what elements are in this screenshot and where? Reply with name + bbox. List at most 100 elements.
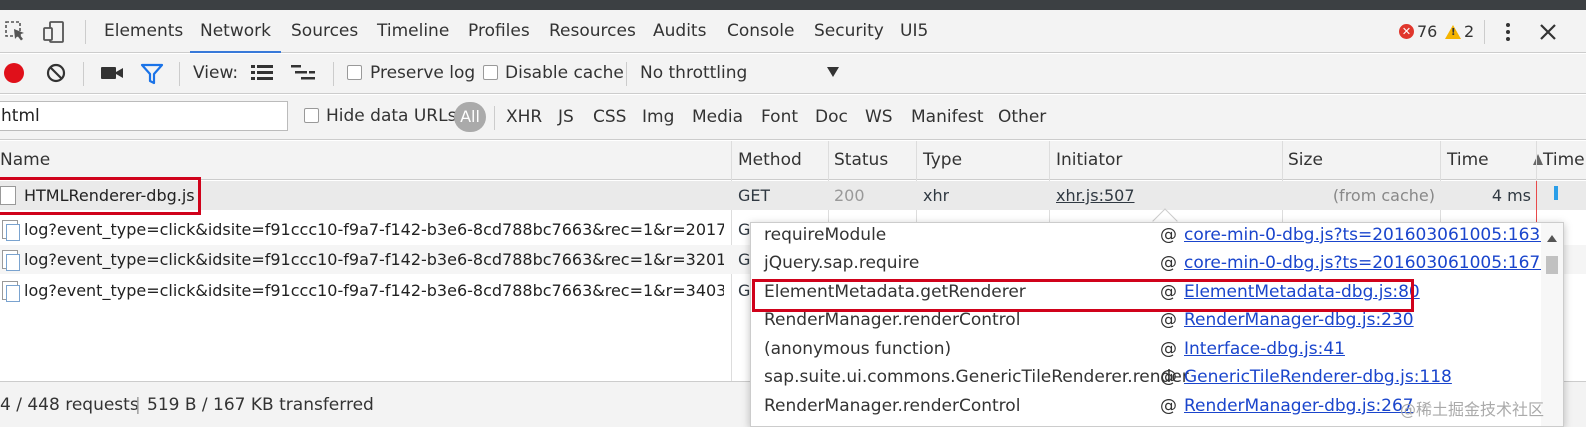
chevron-down-icon[interactable] bbox=[827, 67, 839, 77]
stack-frame: sap.suite.ui.commons.GenericTileRenderer… bbox=[751, 364, 1541, 392]
filter-css[interactable]: CSS bbox=[593, 107, 626, 127]
request-type: xhr bbox=[923, 186, 950, 205]
toolbar-divider bbox=[179, 62, 180, 86]
document-icon bbox=[2, 281, 20, 302]
request-count: 4 / 448 requests bbox=[0, 395, 139, 415]
document-icon bbox=[2, 250, 20, 271]
stack-function: requireModule bbox=[764, 225, 887, 245]
capture-screenshots-icon[interactable] bbox=[100, 63, 124, 83]
more-options-icon[interactable] bbox=[1496, 20, 1520, 44]
column-size[interactable]: Size bbox=[1288, 150, 1323, 170]
column-time[interactable]: Time bbox=[1447, 150, 1489, 170]
column-name[interactable]: Name bbox=[0, 150, 50, 170]
filter-input[interactable] bbox=[0, 101, 288, 131]
table-row[interactable]: HTMLRenderer-dbg.js GET 200 xhr xhr.js:5… bbox=[0, 181, 1586, 210]
stack-function: RenderManager.renderControl bbox=[764, 396, 1021, 416]
sort-ascending-icon bbox=[1533, 154, 1543, 165]
close-icon[interactable] bbox=[1536, 20, 1560, 44]
filter-manifest[interactable]: Manifest bbox=[911, 107, 984, 127]
request-name[interactable]: log?event_type=click&idsite=f91ccc10-f9a… bbox=[24, 281, 724, 300]
hide-data-urls-checkbox[interactable] bbox=[304, 108, 319, 123]
disable-cache-checkbox[interactable] bbox=[483, 65, 498, 80]
filter-ws[interactable]: WS bbox=[865, 107, 893, 127]
filter-other[interactable]: Other bbox=[998, 107, 1046, 127]
tab-resources[interactable]: Resources bbox=[549, 10, 636, 53]
warning-icon: ! bbox=[1445, 24, 1461, 39]
column-type[interactable]: Type bbox=[923, 150, 962, 170]
stack-source-link[interactable]: core-min-0-dbg.js?ts=201603061005:16780 bbox=[1184, 253, 1562, 273]
large-rows-icon[interactable] bbox=[251, 63, 273, 83]
filter-font[interactable]: Font bbox=[761, 107, 798, 127]
stack-frame: RenderManager.renderControl @ RenderMana… bbox=[751, 307, 1541, 335]
stack-source-link[interactable]: GenericTileRenderer-dbg.js:118 bbox=[1184, 367, 1452, 387]
filter-media[interactable]: Media bbox=[692, 107, 743, 127]
stack-frame: requireModule @ core-min-0-dbg.js?ts=201… bbox=[751, 223, 1562, 250]
overview-icon[interactable] bbox=[291, 63, 317, 83]
stack-at: @ bbox=[1160, 282, 1177, 302]
column-method[interactable]: Method bbox=[738, 150, 802, 170]
stack-function: (anonymous function) bbox=[764, 339, 952, 359]
stack-source-link[interactable]: Interface-dbg.js:41 bbox=[1184, 339, 1345, 359]
popover-scrollbar[interactable] bbox=[1541, 223, 1563, 426]
filter-icon[interactable] bbox=[140, 62, 164, 86]
filter-js[interactable]: JS bbox=[558, 107, 574, 127]
column-timeline[interactable]: Time bbox=[1543, 150, 1585, 170]
stack-at: @ bbox=[1160, 367, 1177, 387]
stack-frame: ElementMetadata.getRenderer @ ElementMet… bbox=[751, 279, 1541, 307]
tab-ui5[interactable]: UI5 bbox=[900, 10, 928, 53]
device-mode-icon[interactable] bbox=[42, 20, 66, 44]
stack-frame: jQuery.sap.require @ core-min-0-dbg.js?t… bbox=[751, 250, 1562, 278]
stack-source-link[interactable]: RenderManager-dbg.js:267 bbox=[1184, 396, 1414, 416]
filter-all-button[interactable]: All bbox=[454, 102, 486, 132]
stack-source-link[interactable]: RenderManager-dbg.js:230 bbox=[1184, 310, 1414, 330]
stack-function: RenderManager.renderControl bbox=[764, 310, 1021, 330]
devtools-tabs-bar: Elements Network Sources Timeline Profil… bbox=[0, 10, 1586, 53]
request-name[interactable]: log?event_type=click&idsite=f91ccc10-f9a… bbox=[24, 220, 724, 239]
stack-function: jQuery.sap.require bbox=[764, 253, 920, 273]
column-initiator[interactable]: Initiator bbox=[1056, 150, 1122, 170]
stack-at: @ bbox=[1160, 396, 1177, 416]
stack-at: @ bbox=[1160, 339, 1177, 359]
toolbar-divider bbox=[1484, 20, 1485, 44]
request-size: (from cache) bbox=[1332, 186, 1435, 205]
preserve-log-checkbox[interactable] bbox=[347, 65, 362, 80]
request-name[interactable]: log?event_type=click&idsite=f91ccc10-f9a… bbox=[24, 250, 724, 269]
toolbar-divider bbox=[626, 62, 627, 86]
toolbar-divider bbox=[333, 62, 334, 86]
footer-separator: | bbox=[135, 395, 141, 415]
tab-network[interactable]: Network bbox=[190, 10, 281, 53]
tab-profiles[interactable]: Profiles bbox=[468, 10, 530, 53]
warning-counter[interactable]: ! 2 bbox=[1445, 22, 1474, 41]
toolbar-divider bbox=[85, 20, 86, 44]
request-initiator[interactable]: xhr.js:507 bbox=[1056, 186, 1135, 205]
record-icon[interactable] bbox=[4, 63, 24, 83]
view-label: View: bbox=[193, 63, 239, 83]
transferred-size: 519 B / 167 KB transferred bbox=[147, 395, 374, 415]
stack-at: @ bbox=[1160, 225, 1177, 245]
request-name[interactable]: HTMLRenderer-dbg.js bbox=[24, 186, 195, 205]
throttling-select[interactable]: No throttling bbox=[640, 63, 747, 83]
stack-source-link[interactable]: ElementMetadata-dbg.js:80 bbox=[1184, 282, 1420, 302]
disable-cache-label: Disable cache bbox=[505, 63, 624, 83]
scroll-thumb[interactable] bbox=[1546, 256, 1558, 274]
scroll-up-icon[interactable] bbox=[1547, 235, 1557, 242]
request-method: GET bbox=[738, 186, 771, 205]
window-top-strip bbox=[0, 0, 1586, 10]
filter-doc[interactable]: Doc bbox=[815, 107, 848, 127]
stack-source-link[interactable]: core-min-0-dbg.js?ts=201603061005:16302 bbox=[1184, 225, 1562, 245]
stack-function: sap.suite.ui.commons.GenericTileRenderer… bbox=[764, 367, 1189, 387]
filter-bar: Hide data URLs All XHR JS CSS Img Media … bbox=[0, 95, 1586, 140]
tab-sources[interactable]: Sources bbox=[291, 10, 358, 53]
tab-timeline[interactable]: Timeline bbox=[377, 10, 449, 53]
tab-elements[interactable]: Elements bbox=[104, 10, 183, 53]
filter-xhr[interactable]: XHR bbox=[506, 107, 542, 127]
column-status[interactable]: Status bbox=[834, 150, 888, 170]
tab-audits[interactable]: Audits bbox=[653, 10, 706, 53]
inspect-element-icon[interactable] bbox=[4, 20, 28, 44]
watermark: @稀土掘金技术社区 bbox=[1400, 400, 1545, 419]
clear-icon[interactable] bbox=[45, 62, 67, 84]
tab-console[interactable]: Console bbox=[727, 10, 795, 53]
error-counter[interactable]: ✕ 76 bbox=[1399, 22, 1437, 41]
filter-img[interactable]: Img bbox=[642, 107, 674, 127]
tab-security[interactable]: Security bbox=[814, 10, 884, 53]
